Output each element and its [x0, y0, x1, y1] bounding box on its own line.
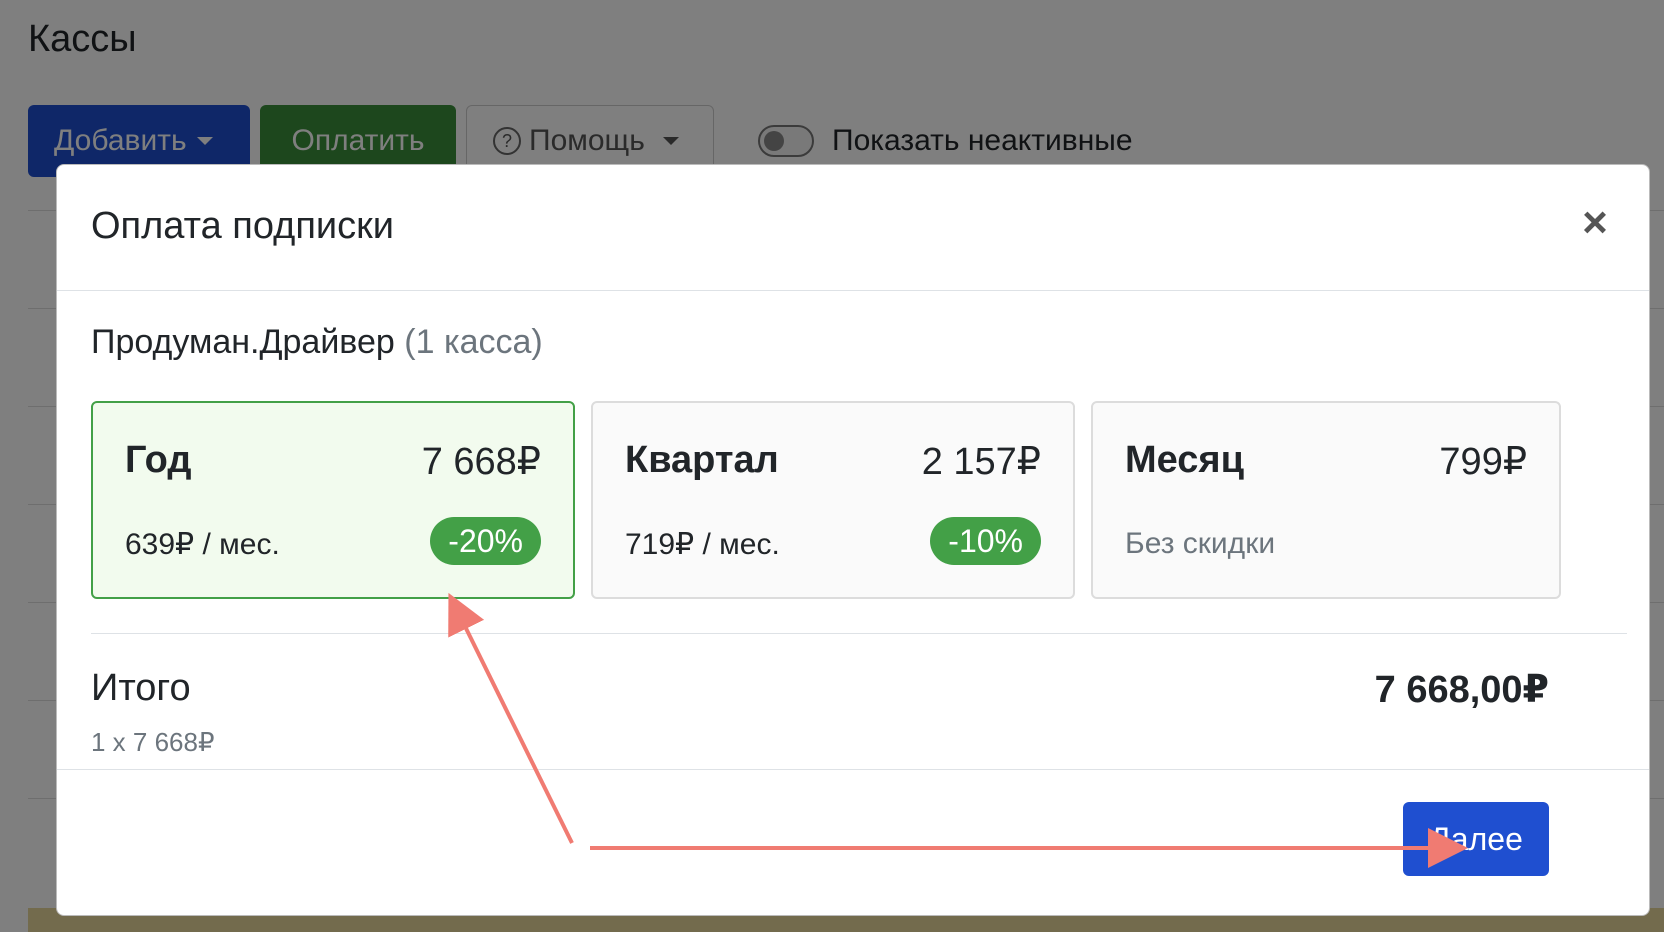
plan-name: Квартал — [625, 439, 779, 481]
subscription-modal: Оплата подписки × Продуман.Драйвер (1 ка… — [56, 164, 1650, 916]
product-count: (1 касса) — [404, 323, 543, 361]
divider — [91, 633, 1627, 634]
plan-no-discount-note: Без скидки — [1125, 527, 1276, 560]
plan-price: 799₽ — [1439, 441, 1527, 483]
plan-name: Месяц — [1125, 439, 1244, 481]
modal-title: Оплата подписки — [91, 205, 394, 247]
plan-card-month[interactable]: Месяц 799₽ Без скидки — [1091, 401, 1561, 599]
discount-badge: -10% — [930, 517, 1041, 565]
total-label: Итого — [91, 667, 191, 709]
discount-badge: -20% — [430, 517, 541, 565]
total-breakdown: 1 x 7 668₽ — [91, 727, 215, 757]
plan-price: 2 157₽ — [921, 441, 1041, 483]
product-name: Продуман.Драйвер — [91, 323, 395, 361]
plan-options: Год 7 668₽ 639₽ / мес. -20% Квартал 2 15… — [91, 401, 1627, 601]
total-value: 7 668,00₽ — [1374, 669, 1549, 711]
modal-body: Продуман.Драйвер (1 касса) Год 7 668₽ 63… — [57, 291, 1649, 769]
plan-per-month: 639₽ / мес. — [125, 528, 280, 561]
next-button[interactable]: Далее — [1403, 802, 1549, 876]
plan-price: 7 668₽ — [421, 441, 541, 483]
modal-footer: Далее — [57, 769, 1649, 915]
plan-name: Год — [125, 439, 192, 481]
plan-per-month: 719₽ / мес. — [625, 528, 780, 561]
plan-card-quarter[interactable]: Квартал 2 157₽ 719₽ / мес. -10% — [591, 401, 1075, 599]
modal-header: Оплата подписки × — [57, 165, 1649, 291]
plan-card-year[interactable]: Год 7 668₽ 639₽ / мес. -20% — [91, 401, 575, 599]
close-icon[interactable]: × — [1575, 201, 1615, 245]
product-line: Продуман.Драйвер (1 касса) — [91, 323, 543, 362]
